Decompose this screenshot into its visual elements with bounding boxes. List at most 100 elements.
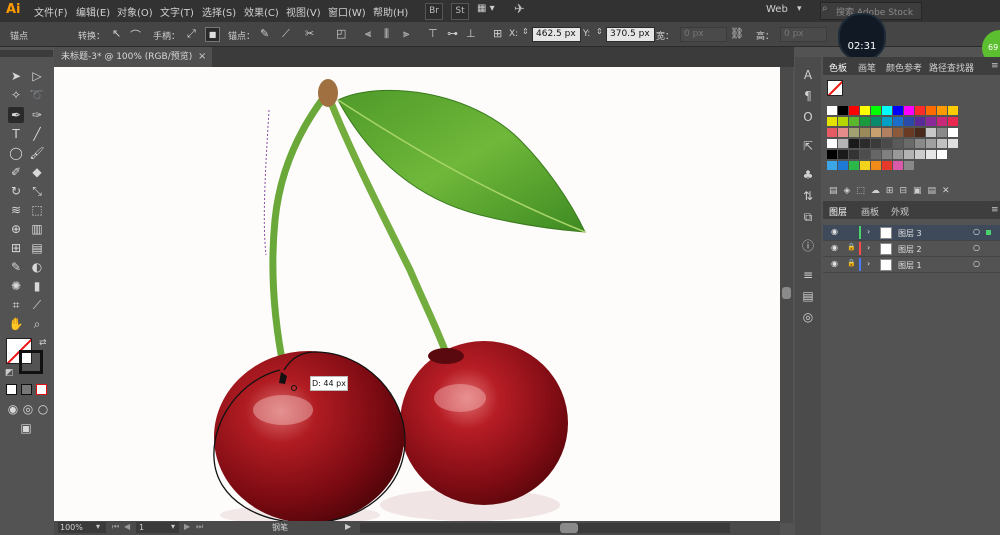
- swatch[interactable]: [937, 150, 947, 159]
- swatch[interactable]: [926, 106, 936, 115]
- swatch[interactable]: [948, 150, 958, 159]
- swatch[interactable]: [871, 128, 881, 137]
- stock-button[interactable]: St: [451, 3, 469, 20]
- transparency-panel-icon[interactable]: ◎: [799, 308, 817, 326]
- lasso-icon[interactable]: ➰: [29, 87, 45, 103]
- gradient-panel-icon[interactable]: ▤: [799, 287, 817, 305]
- swatches-grid[interactable]: [827, 106, 987, 172]
- swatch[interactable]: [904, 150, 914, 159]
- x-stepper-icon[interactable]: ⇕: [522, 27, 529, 36]
- swatch[interactable]: [904, 128, 914, 137]
- swatch[interactable]: [915, 161, 925, 170]
- draw-normal-icon[interactable]: ◉: [5, 401, 21, 417]
- draw-inside-icon[interactable]: ○: [35, 401, 51, 417]
- swatch[interactable]: [871, 139, 881, 148]
- swatch[interactable]: [915, 139, 925, 148]
- swatch[interactable]: [860, 139, 870, 148]
- layer-name[interactable]: 图层 3: [898, 228, 922, 239]
- artboard-canvas[interactable]: D: 44 px: [54, 67, 780, 523]
- swatch[interactable]: [871, 106, 881, 115]
- layer-row[interactable]: ◉ 🔒 › 图层 1 ○: [823, 257, 1000, 273]
- transform-panel-icon[interactable]: ⇅: [799, 187, 817, 205]
- zoom-tool-icon[interactable]: ⌕: [29, 316, 45, 332]
- last-artboard-icon[interactable]: ⏭: [196, 522, 203, 532]
- swatch[interactable]: [893, 117, 903, 126]
- swatch[interactable]: [882, 128, 892, 137]
- layer-name[interactable]: 图层 1: [898, 260, 922, 271]
- align-vcenter-icon[interactable]: ⊶: [447, 27, 458, 40]
- swatch[interactable]: [937, 106, 947, 115]
- swatches-footer-icons[interactable]: ▤◈⬚☁⊞⊟▣▤✕: [829, 186, 989, 198]
- swatch[interactable]: [915, 128, 925, 137]
- swatch[interactable]: [827, 161, 837, 170]
- align-left-icon[interactable]: ⫷: [365, 27, 371, 41]
- layer-name[interactable]: 图层 2: [898, 244, 922, 255]
- swatch[interactable]: [893, 128, 903, 137]
- swatch[interactable]: [937, 161, 947, 170]
- swatch[interactable]: [871, 161, 881, 170]
- document-tab[interactable]: 未标题-3* @ 100% (RGB/预览): [54, 47, 212, 67]
- vertical-scroll-thumb[interactable]: [782, 287, 791, 299]
- swatch[interactable]: [838, 150, 848, 159]
- close-tab-icon[interactable]: ×: [198, 51, 206, 62]
- expand-layer-icon[interactable]: ›: [867, 227, 870, 236]
- swatch[interactable]: [893, 150, 903, 159]
- swatch[interactable]: [849, 106, 859, 115]
- expand-layer-icon[interactable]: ›: [867, 243, 870, 252]
- menu-edit[interactable]: 编辑(E): [76, 4, 110, 19]
- arrange-documents-icon[interactable]: ▦ ▾: [477, 3, 501, 18]
- lock-icon[interactable]: 🔒: [847, 259, 856, 267]
- swatch[interactable]: [937, 139, 947, 148]
- symbols-panel-icon[interactable]: ♣: [799, 166, 817, 184]
- gradient-tool-icon[interactable]: ▤: [29, 240, 45, 256]
- shaper-tool-icon[interactable]: ✐: [8, 164, 24, 180]
- eraser-icon[interactable]: ◆: [29, 164, 45, 180]
- y-field[interactable]: 370.5 px: [606, 27, 655, 42]
- artboard-dropdown-icon[interactable]: ▾: [171, 522, 175, 531]
- isolate-icon[interactable]: ◰: [336, 27, 346, 40]
- swatch[interactable]: [838, 128, 848, 137]
- stroke-panel-icon[interactable]: ≡: [799, 266, 817, 284]
- swatch[interactable]: [838, 139, 848, 148]
- swatch[interactable]: [948, 117, 958, 126]
- swatch[interactable]: [827, 150, 837, 159]
- swatch[interactable]: [926, 139, 936, 148]
- connect-anchor-icon[interactable]: ⟋: [282, 27, 290, 41]
- zoom-dropdown-icon[interactable]: ▾: [96, 522, 100, 531]
- swatch[interactable]: [860, 150, 870, 159]
- remove-anchor-icon[interactable]: ✎: [260, 27, 269, 40]
- next-artboard-icon[interactable]: ▶: [184, 522, 190, 531]
- swatch[interactable]: [937, 128, 947, 137]
- swatch[interactable]: [860, 161, 870, 170]
- expand-layer-icon[interactable]: ›: [867, 259, 870, 268]
- none-mode-icon[interactable]: [36, 384, 47, 395]
- tab-appearance[interactable]: 外观: [891, 205, 909, 218]
- menu-object[interactable]: 对象(O): [117, 4, 153, 19]
- selection-tool-icon[interactable]: ➤: [8, 68, 24, 84]
- align-panel-icon[interactable]: ⧉: [799, 208, 817, 226]
- swatch[interactable]: [926, 128, 936, 137]
- bridge-button[interactable]: Br: [425, 3, 443, 20]
- y-stepper-icon[interactable]: ⇕: [596, 27, 603, 36]
- swatch[interactable]: [948, 128, 958, 137]
- swatch[interactable]: [882, 117, 892, 126]
- tab-layers[interactable]: 图层: [829, 205, 847, 218]
- swatch[interactable]: [849, 139, 859, 148]
- align-right-icon[interactable]: ⫸: [403, 27, 409, 41]
- paintbrush-icon[interactable]: 🖌: [29, 145, 45, 161]
- opentype-panel-icon[interactable]: O: [799, 108, 817, 126]
- visibility-eye-icon[interactable]: ◉: [831, 243, 838, 252]
- swatch[interactable]: [849, 161, 859, 170]
- swatch[interactable]: [915, 117, 925, 126]
- tab-color-guide[interactable]: 颜色参考: [886, 61, 922, 74]
- lock-icon[interactable]: 🔒: [847, 243, 856, 251]
- swatch[interactable]: [882, 106, 892, 115]
- swatch[interactable]: [948, 161, 958, 170]
- menu-help[interactable]: 帮助(H): [373, 4, 408, 19]
- symbol-sprayer-icon[interactable]: ✺: [8, 278, 24, 294]
- tab-brushes[interactable]: 画笔: [858, 61, 876, 74]
- status-menu-icon[interactable]: ▶: [345, 522, 351, 531]
- swatch[interactable]: [915, 150, 925, 159]
- character-panel-icon[interactable]: A: [799, 66, 817, 84]
- export-asset-icon[interactable]: ⇱: [799, 137, 817, 155]
